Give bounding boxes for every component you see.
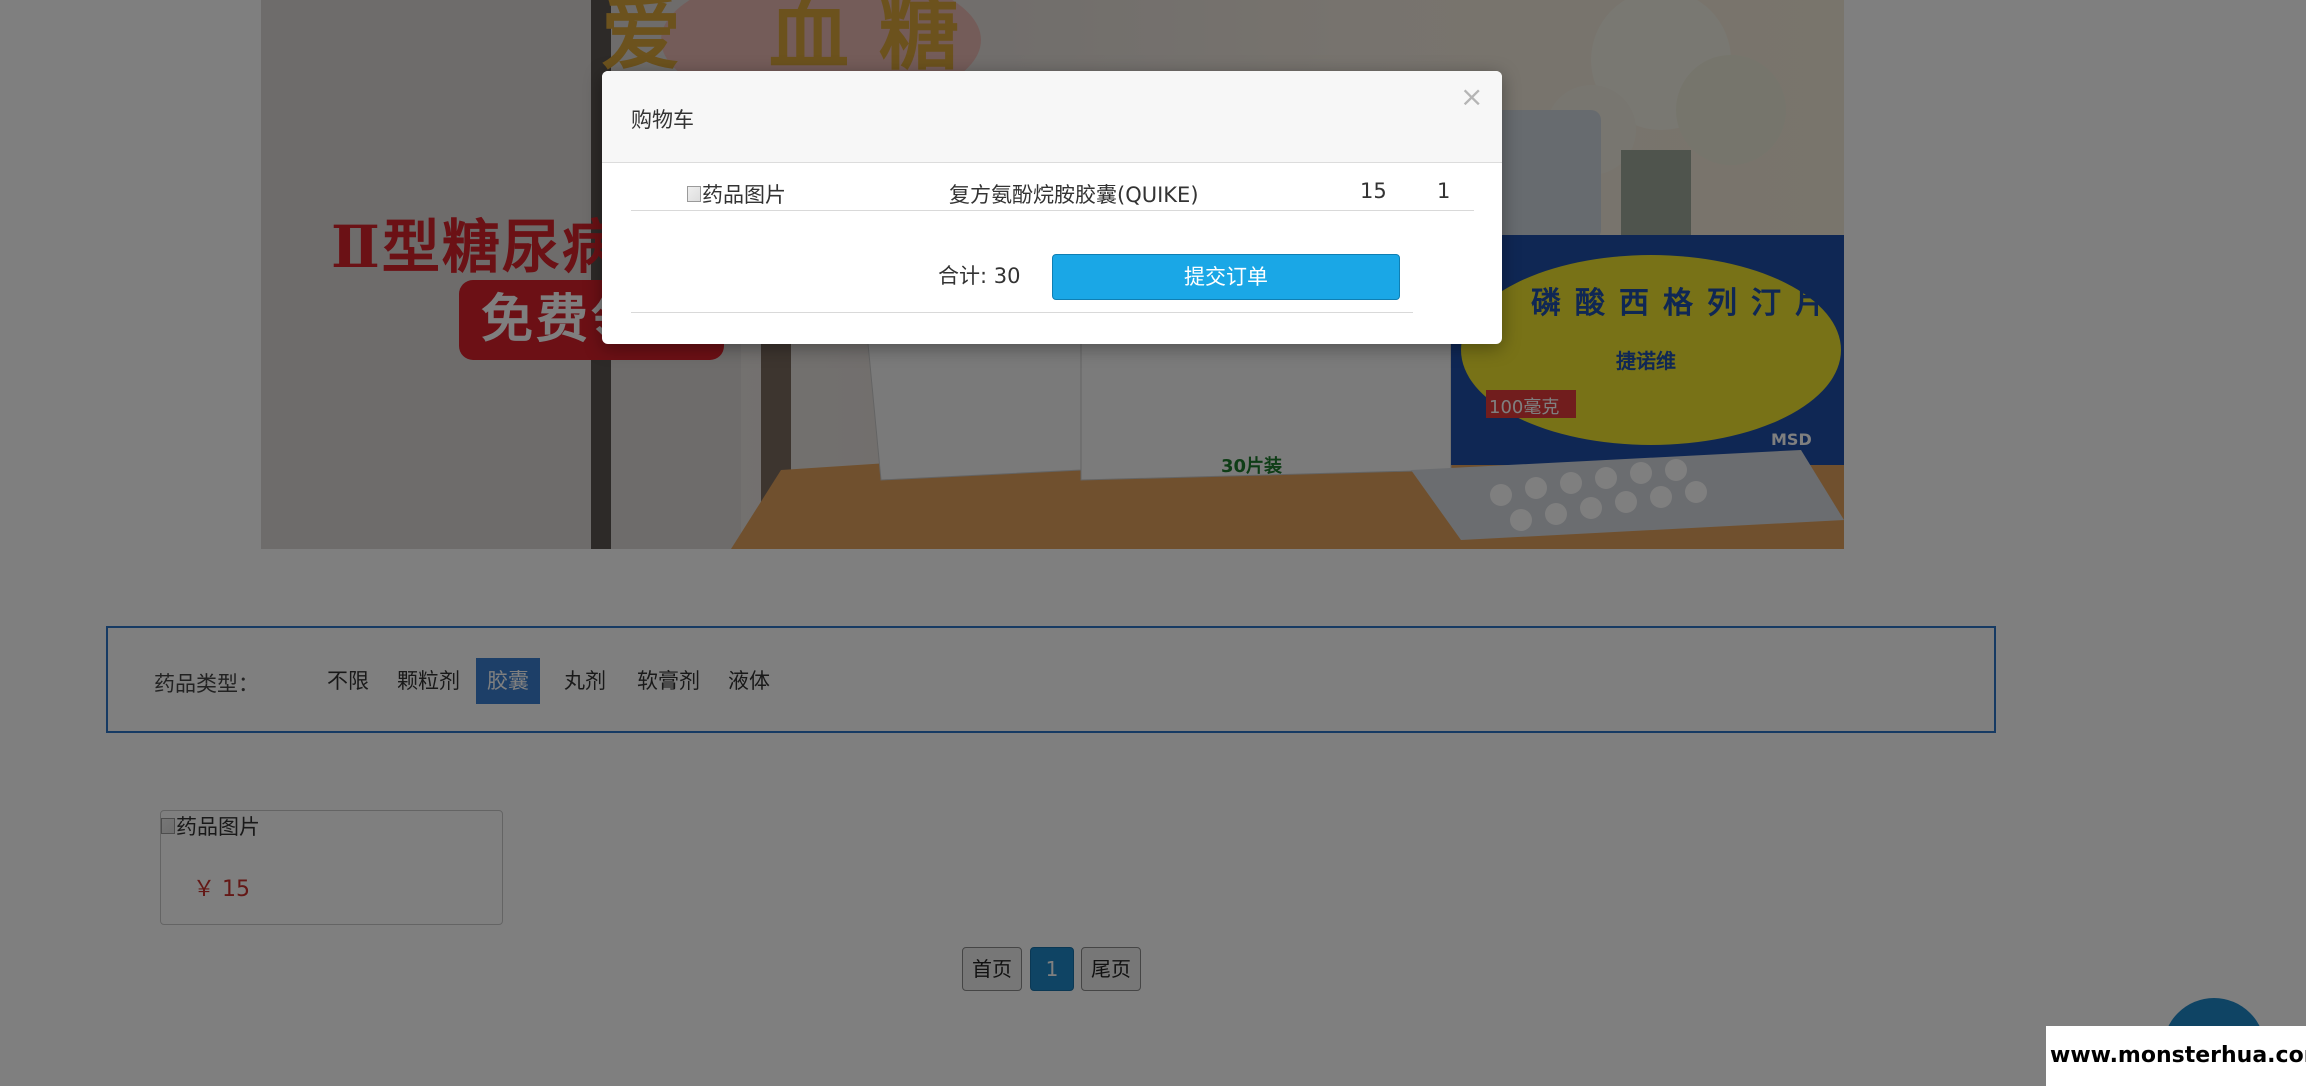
cart-modal: 购物车 × 药品图片 复方氨酚烷胺胶囊(QUIKE) 15 1 合计: 30 提…	[602, 71, 1502, 344]
modal-title: 购物车	[631, 108, 694, 132]
divider	[631, 312, 1413, 313]
cart-item-image-alt: 药品图片	[702, 183, 786, 207]
cart-item-price: 15	[1360, 179, 1387, 203]
close-icon[interactable]: ×	[1460, 83, 1483, 111]
broken-image-icon	[687, 186, 701, 202]
submit-order-button[interactable]: 提交订单	[1052, 254, 1400, 300]
site-watermark: www.monsterhua.com	[2046, 1026, 2306, 1086]
cart-item-row: 药品图片 复方氨酚烷胺胶囊(QUIKE) 15 1	[631, 175, 1474, 211]
cart-item-name: 复方氨酚烷胺胶囊(QUIKE)	[949, 183, 1199, 207]
cart-item-quantity: 1	[1437, 179, 1451, 203]
modal-header: 购物车 ×	[602, 71, 1502, 163]
cart-item-image: 药品图片	[687, 179, 786, 209]
page: 爱 血糖 Ⅱ型糖尿病 免费领 磷酸西格列汀片 捷诺维 100毫克 30片装 MS…	[0, 0, 2306, 1086]
cart-total: 合计: 30	[938, 264, 1021, 288]
